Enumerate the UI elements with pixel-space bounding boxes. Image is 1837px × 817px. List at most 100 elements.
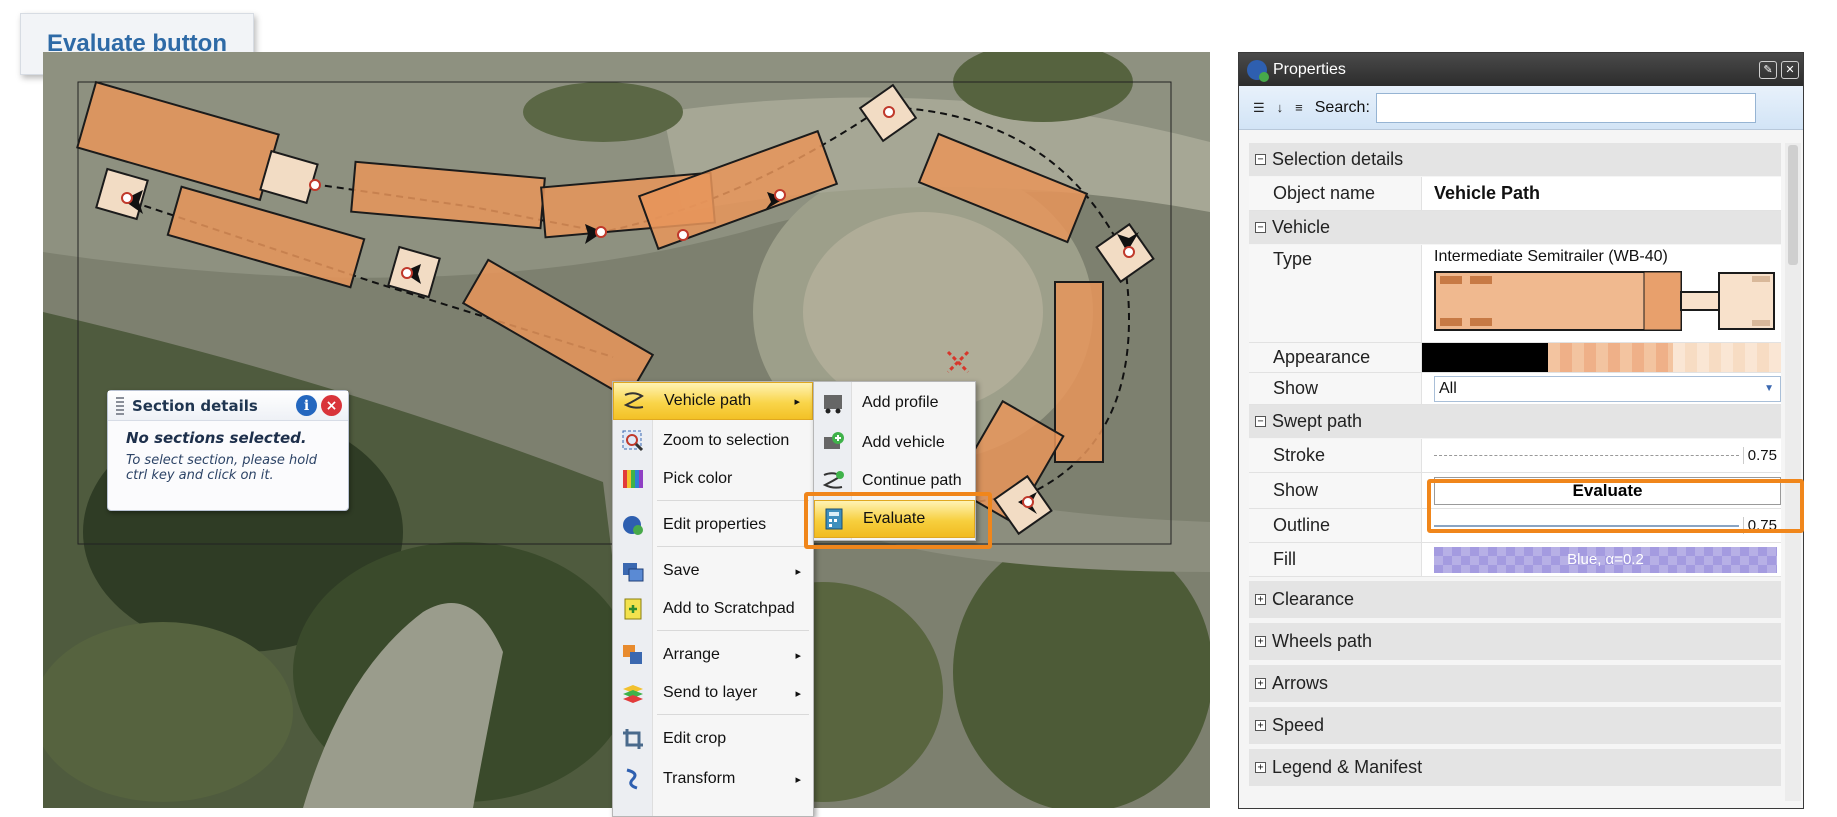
menu-item-send-to-layer[interactable]: Send to layer ▸ [613, 674, 813, 712]
submenu-item-label: Continue path [862, 472, 962, 489]
category-swept-path[interactable]: − Swept path [1249, 405, 1781, 439]
menu-item-label: Zoom to selection [663, 432, 790, 449]
submenu-arrow-icon: ▸ [795, 772, 801, 786]
menu-item-label: Save [663, 562, 700, 579]
menu-item-transform[interactable]: Transform ▸ [613, 760, 813, 798]
property-key: Fill [1249, 543, 1422, 576]
category-label: Vehicle [1272, 217, 1331, 237]
vehicle-path-icon [614, 389, 654, 413]
category-wheels-path[interactable]: + Wheels path [1249, 623, 1781, 661]
info-icon[interactable]: i [296, 395, 317, 416]
properties-title: Properties [1273, 60, 1346, 78]
menu-separator [657, 630, 809, 631]
submenu-item-add-vehicle[interactable]: Add vehicle [814, 424, 975, 462]
category-vehicle[interactable]: − Vehicle [1249, 211, 1781, 245]
category-speed[interactable]: + Speed [1249, 707, 1781, 745]
menu-item-pick-color[interactable]: Pick color [613, 460, 813, 498]
submenu-item-label: Add profile [862, 394, 939, 411]
collapse-toggle-icon[interactable]: − [1255, 416, 1266, 427]
menu-item-add-to-scratchpad[interactable]: Add to Scratchpad [613, 590, 813, 628]
drag-grip-icon[interactable] [116, 396, 124, 415]
stroke-value[interactable]: 0.75 [1422, 439, 1781, 472]
section-details-title: Section details [132, 396, 258, 415]
vehicle-type-value[interactable]: Intermediate Semitrailer (WB-40) [1422, 245, 1781, 342]
properties-scrollbar[interactable] [1785, 143, 1801, 801]
menu-separator [657, 714, 809, 715]
submenu-arrow-icon: ▸ [795, 686, 801, 700]
vehicle-preview-icon [1434, 271, 1775, 331]
object-name-value[interactable]: Vehicle Path [1422, 177, 1781, 210]
category-arrows[interactable]: + Arrows [1249, 665, 1781, 703]
category-selection-details[interactable]: − Selection details [1249, 143, 1781, 177]
show-vehicle-select[interactable]: All ▼ [1422, 373, 1781, 404]
property-grid: − Selection details Object name Vehicle … [1249, 143, 1781, 787]
menu-item-edit-properties[interactable]: Edit properties [613, 506, 813, 544]
row-type: Type Intermediate Semitrailer (WB-40) [1249, 245, 1781, 343]
property-key: Stroke [1249, 439, 1422, 472]
category-clearance[interactable]: + Clearance [1249, 581, 1781, 619]
sort-icon[interactable]: ↓ [1277, 100, 1284, 115]
menu-separator [657, 546, 809, 547]
expand-toggle-icon[interactable]: + [1255, 636, 1266, 647]
close-panel-icon[interactable]: ✕ [1781, 60, 1799, 79]
submenu-item-add-profile[interactable]: Add profile [814, 384, 975, 422]
properties-toolbar: ☰ ↓ ≡ Search: [1239, 86, 1803, 130]
expand-toggle-icon[interactable]: + [1255, 594, 1266, 605]
menu-item-label: Send to layer [663, 684, 758, 701]
appearance-swatch[interactable] [1422, 343, 1781, 372]
property-key: Appearance [1249, 343, 1422, 372]
pin-icon[interactable]: ✎ [1759, 60, 1777, 79]
section-details-panel: Section details i × No sections selected… [107, 390, 349, 511]
properties-titlebar[interactable]: Properties ✎ ✕ [1239, 53, 1803, 86]
expand-toggle-icon[interactable]: + [1255, 678, 1266, 689]
layer-icon [613, 681, 653, 705]
list-view-icon[interactable]: ≡ [1295, 100, 1303, 115]
category-label: Speed [1272, 715, 1325, 735]
scrollbar-thumb[interactable] [1788, 145, 1798, 265]
add-profile-icon [814, 391, 852, 415]
continue-path-icon [814, 469, 852, 493]
evaluate-button-highlight [1427, 479, 1804, 533]
submenu-item-label: Add vehicle [862, 434, 945, 451]
category-legend-manifest[interactable]: + Legend & Manifest [1249, 749, 1781, 787]
section-details-hint: To select section, please hold ctrl key … [126, 453, 318, 483]
zoom-icon [613, 429, 653, 453]
expand-toggle-icon[interactable]: + [1255, 720, 1266, 731]
fill-value[interactable]: Blue, α=0.2 [1422, 543, 1781, 576]
section-details-message: No sections selected. [126, 429, 307, 447]
chevron-down-icon: ▼ [1764, 383, 1774, 394]
search-input[interactable] [1375, 92, 1756, 123]
arrange-icon [613, 643, 653, 667]
menu-item-edit-crop[interactable]: Edit crop [613, 720, 813, 758]
add-vehicle-icon [814, 431, 852, 455]
row-object-name: Object name Vehicle Path [1249, 177, 1781, 211]
category-label: Swept path [1272, 411, 1363, 431]
properties-panel: Properties ✎ ✕ ☰ ↓ ≡ Search: − Selection… [1238, 52, 1804, 809]
search-label: Search: [1314, 98, 1370, 116]
menu-item-label: Add to Scratchpad [663, 600, 795, 617]
property-key: Type [1249, 245, 1422, 342]
menu-item-save[interactable]: Save ▸ [613, 552, 813, 590]
collapse-toggle-icon[interactable]: − [1255, 154, 1266, 165]
row-show-vehicle: Show All ▼ [1249, 373, 1781, 405]
properties-icon [613, 513, 653, 537]
submenu-arrow-icon: ▸ [795, 564, 801, 578]
menu-item-vehicle-path[interactable]: Vehicle path ▸ [613, 382, 813, 420]
vehicle-type-label: Intermediate Semitrailer (WB-40) [1434, 248, 1668, 265]
submenu-arrow-icon: ▸ [795, 648, 801, 662]
property-key: Show [1249, 473, 1422, 508]
menu-item-label: Arrange [663, 646, 720, 663]
fill-swatch-label: Blue, α=0.2 [1434, 546, 1777, 573]
close-icon[interactable]: × [321, 395, 342, 416]
menu-item-label: Edit properties [663, 516, 767, 533]
categorized-view-icon[interactable]: ☰ [1253, 100, 1265, 116]
submenu-arrow-icon: ▸ [794, 394, 800, 408]
expand-toggle-icon[interactable]: + [1255, 762, 1266, 773]
menu-item-zoom-to-selection[interactable]: Zoom to selection [613, 422, 813, 460]
section-details-header[interactable]: Section details i × [108, 391, 348, 421]
stroke-number: 0.75 [1742, 447, 1777, 464]
property-key: Outline [1249, 509, 1422, 542]
menu-item-arrange[interactable]: Arrange ▸ [613, 636, 813, 674]
collapse-toggle-icon[interactable]: − [1255, 222, 1266, 233]
row-appearance: Appearance [1249, 343, 1781, 373]
